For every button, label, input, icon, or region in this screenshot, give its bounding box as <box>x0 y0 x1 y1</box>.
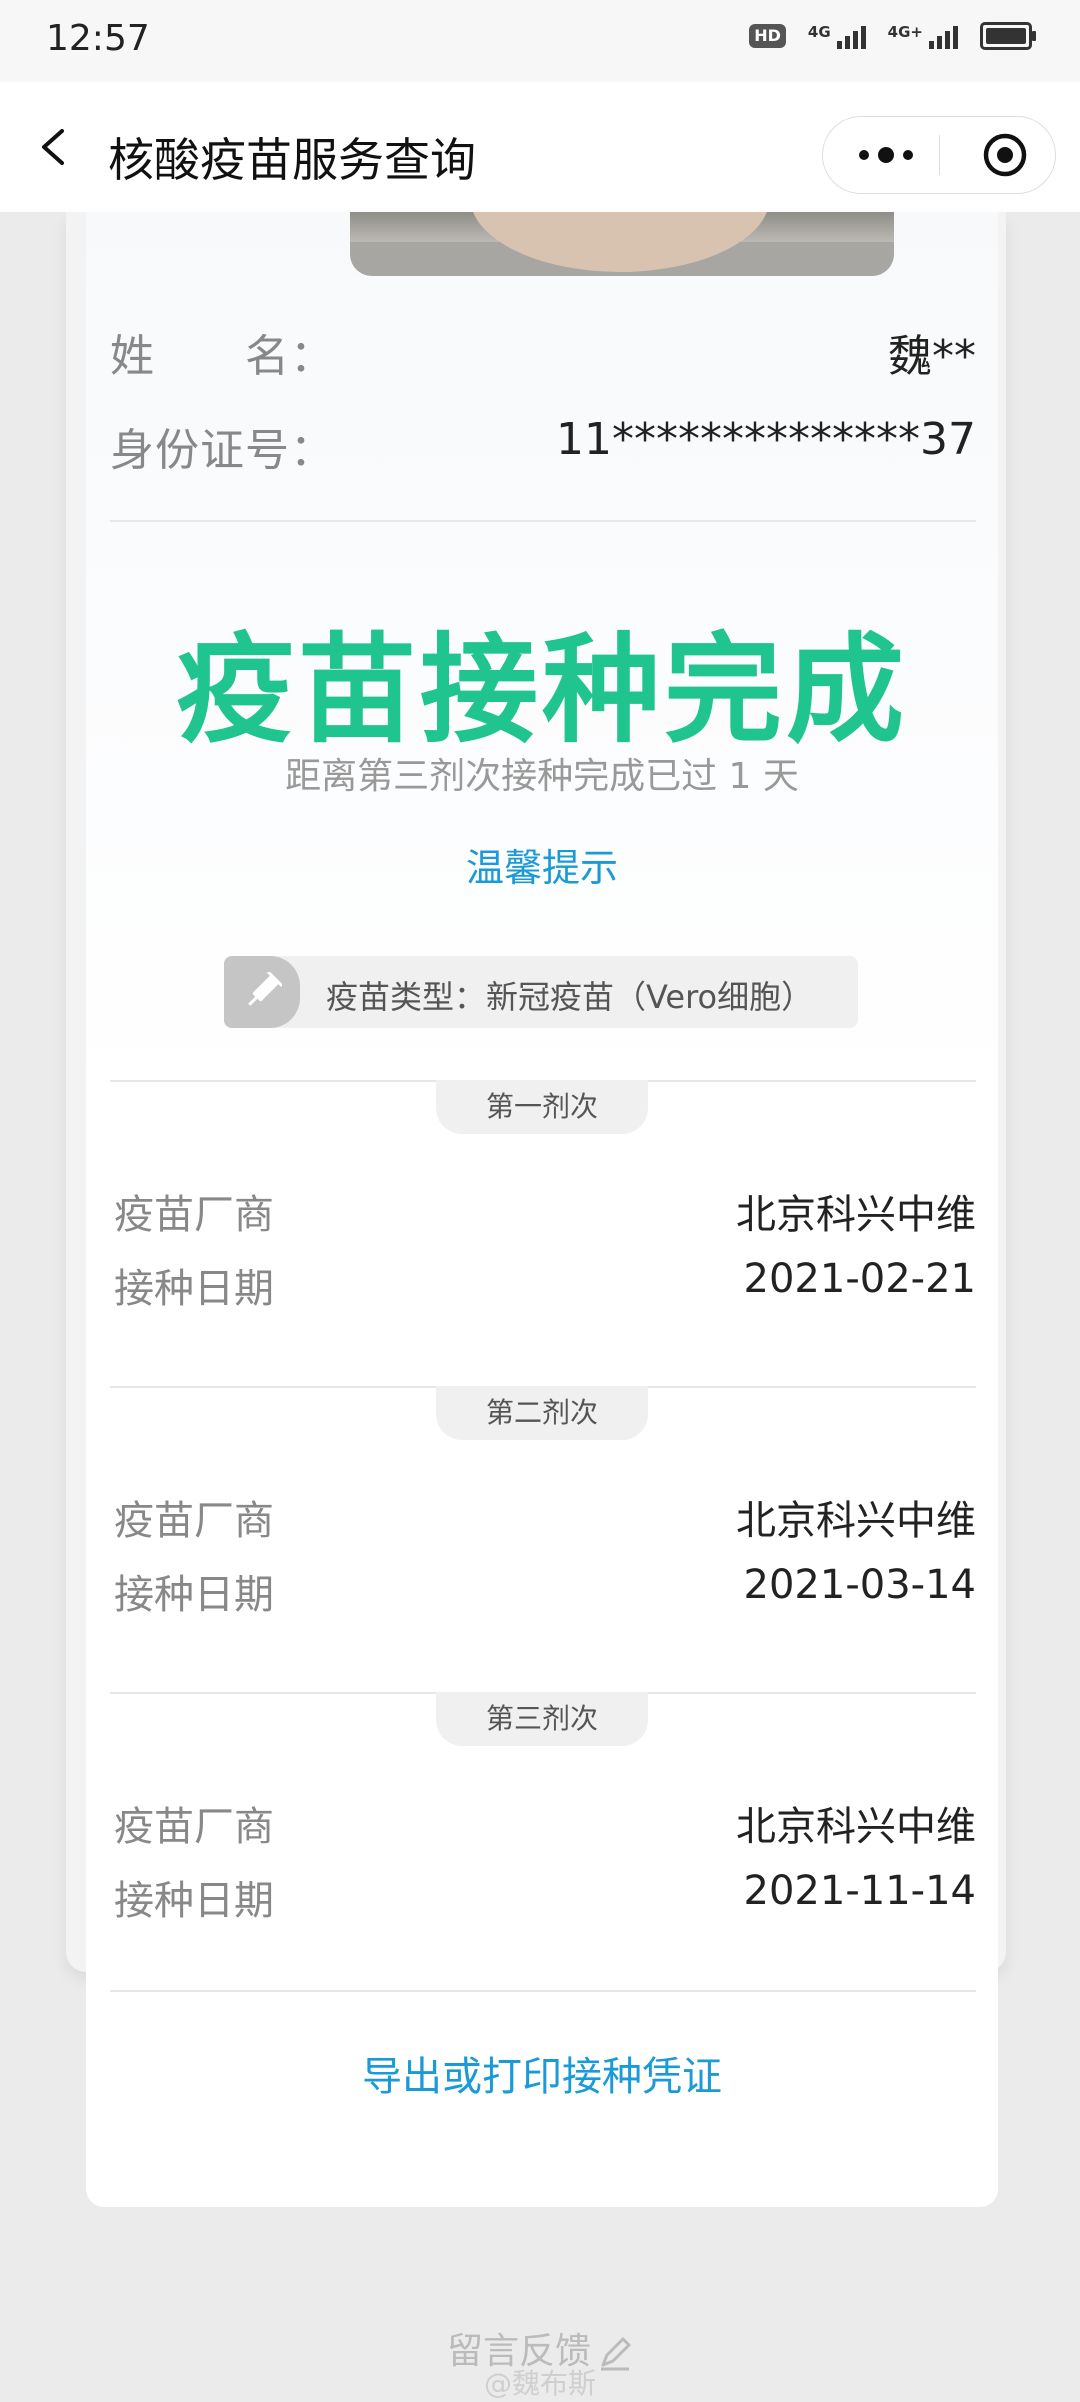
back-arrow-icon[interactable] <box>36 128 72 166</box>
sim2-label: 4G+ <box>887 23 923 41</box>
status-bar: 12:57 HD 4G 4G+ <box>0 0 1080 82</box>
date-value: 2021-02-21 <box>743 1256 976 1302</box>
mini-program-capsule <box>822 116 1056 194</box>
person-photo <box>350 212 894 276</box>
date-label: 接种日期 <box>114 1572 274 1618</box>
date-value: 2021-11-14 <box>743 1868 976 1914</box>
status-time: 12:57 <box>46 18 150 59</box>
capsule-divider <box>939 135 940 175</box>
date-label: 接种日期 <box>114 1266 274 1312</box>
dose-3-maker-row: 疫苗厂商 北京科兴中维 <box>114 1794 976 1854</box>
syringe-icon-bg <box>224 956 300 1028</box>
date-value: 2021-03-14 <box>743 1562 976 1608</box>
dose-3-date-row: 接种日期 2021-11-14 <box>114 1868 976 1928</box>
dose-1-date-row: 接种日期 2021-02-21 <box>114 1256 976 1316</box>
date-label: 接种日期 <box>114 1878 274 1924</box>
tips-link[interactable]: 温馨提示 <box>86 837 998 892</box>
maker-value: 北京科兴中维 <box>736 1192 976 1238</box>
dose-1-tab: 第一剂次 <box>436 1080 648 1134</box>
dose-1-maker-row: 疫苗厂商 北京科兴中维 <box>114 1182 976 1242</box>
name-row: 姓 名： 魏** <box>110 320 976 390</box>
close-mini-program-icon[interactable] <box>981 131 1029 179</box>
vaccine-type-badge: 疫苗类型：新冠疫苗（Vero细胞） <box>224 956 858 1028</box>
hd-badge: HD <box>749 24 786 48</box>
maker-label: 疫苗厂商 <box>114 1498 274 1544</box>
maker-label: 疫苗厂商 <box>114 1192 274 1238</box>
name-label: 姓 名： <box>110 331 335 382</box>
vaccination-status-title: 疫苗接种完成 <box>175 621 908 759</box>
id-row: 身份证号： 11**************37 <box>110 414 976 484</box>
signal-icon-2: 4G+ <box>888 23 958 49</box>
dose-2-maker-row: 疫苗厂商 北京科兴中维 <box>114 1488 976 1548</box>
nav-bar: 核酸疫苗服务查询 <box>0 82 1080 212</box>
vaccination-status-subtitle: 距离第三剂次接种完成已过 1 天 <box>285 756 799 797</box>
id-label: 身份证号： <box>110 425 335 476</box>
id-value: 11**************37 <box>556 414 976 465</box>
maker-value: 北京科兴中维 <box>736 1498 976 1544</box>
status-icons: HD 4G 4G+ <box>749 22 1036 50</box>
maker-value: 北京科兴中维 <box>736 1804 976 1850</box>
more-icon[interactable] <box>851 127 921 183</box>
divider <box>110 1990 976 1992</box>
maker-label: 疫苗厂商 <box>114 1804 274 1850</box>
page-title: 核酸疫苗服务查询 <box>108 133 476 187</box>
export-certificate-link[interactable]: 导出或打印接种凭证 <box>86 2044 998 2102</box>
weibo-watermark: @魏布斯 <box>483 2367 596 2400</box>
divider <box>110 520 976 522</box>
name-value: 魏** <box>888 331 976 382</box>
signal-icon: 4G <box>808 23 866 49</box>
dose-2-tab: 第二剂次 <box>436 1386 648 1440</box>
sim1-label: 4G <box>807 23 831 41</box>
dose-2-date-row: 接种日期 2021-03-14 <box>114 1562 976 1622</box>
vaccine-type-text: 疫苗类型：新冠疫苗（Vero细胞） <box>326 978 814 1016</box>
dose-3-tab: 第三剂次 <box>436 1692 648 1746</box>
syringe-icon <box>248 972 282 1006</box>
battery-icon <box>980 22 1036 50</box>
vaccine-card: 姓 名： 魏** 身份证号： 11**************37 疫苗接种完成… <box>86 212 998 2207</box>
